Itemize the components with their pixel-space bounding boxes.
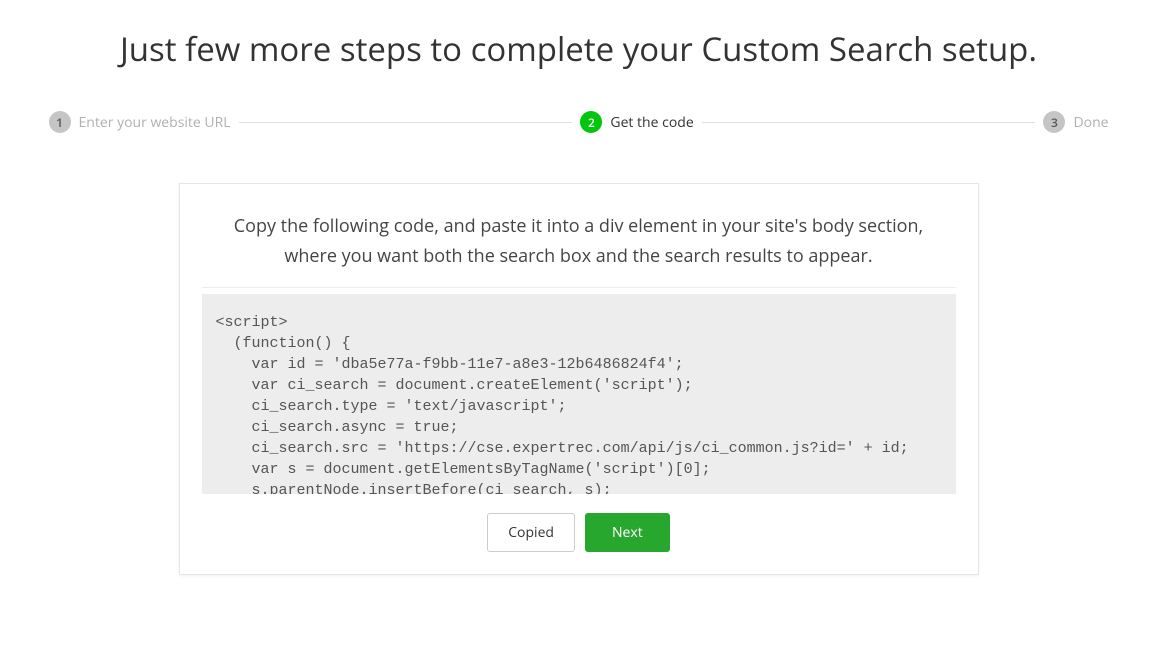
step-1-label: Enter your website URL xyxy=(79,113,231,132)
step-2: 2 Get the code xyxy=(580,111,693,133)
next-button[interactable]: Next xyxy=(585,513,670,552)
card-instructions: Copy the following code, and paste it in… xyxy=(202,212,956,271)
step-line-1 xyxy=(239,122,573,123)
code-card: Copy the following code, and paste it in… xyxy=(179,183,979,575)
step-3: 3 Done xyxy=(1043,111,1108,133)
step-3-label: Done xyxy=(1073,113,1108,132)
step-1-number: 1 xyxy=(49,111,71,133)
step-3-number: 3 xyxy=(1043,111,1065,133)
step-1: 1 Enter your website URL xyxy=(49,111,231,133)
button-row: Copied Next xyxy=(202,513,956,552)
stepper: 1 Enter your website URL 2 Get the code … xyxy=(49,111,1109,133)
step-line-2 xyxy=(702,122,1036,123)
step-2-number: 2 xyxy=(580,111,602,133)
code-snippet-box[interactable] xyxy=(202,294,956,494)
page-title: Just few more steps to complete your Cus… xyxy=(0,26,1157,71)
step-2-label: Get the code xyxy=(610,113,693,132)
copied-button[interactable]: Copied xyxy=(487,513,575,552)
card-divider xyxy=(202,287,956,288)
